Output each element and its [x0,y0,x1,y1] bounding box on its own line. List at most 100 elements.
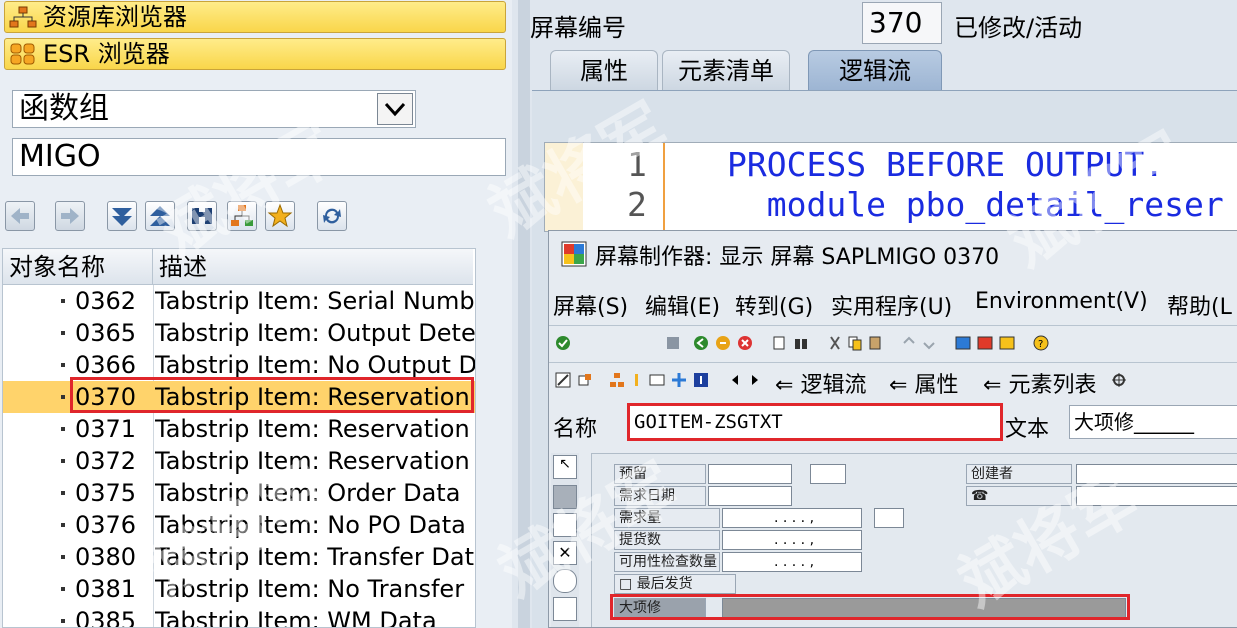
screen-editor-panel: 屏幕编号 370 已修改/活动 属性 元素清单 逻辑流 1 2 PROCESS … [512,0,1237,628]
navigate-icon[interactable] [671,372,687,388]
copy-icon[interactable] [847,335,863,351]
field-unit[interactable] [874,508,904,528]
check-icon[interactable] [555,335,571,351]
attributes-link-label: 属性 [914,373,959,398]
esr-browser-button[interactable]: ESR 浏览器 [4,38,506,70]
tab-element-list[interactable]: 元素清单 [662,50,790,90]
field-creator[interactable] [1076,464,1237,484]
object-type-select[interactable]: 函数组 [12,90,416,128]
field-withdrawn-qty[interactable]: . . . . , [722,530,862,550]
edit-toggle-icon[interactable] [555,372,571,388]
pushbutton-tool-icon[interactable] [553,597,577,621]
window-list-icon[interactable] [999,335,1015,351]
label-available-qty[interactable]: 可用性检查数量 [614,552,720,572]
window-icon[interactable] [977,335,993,351]
menu-edit[interactable]: 编辑(E) [645,289,720,321]
tree-row[interactable]: 0372 Tabstrip Item: Reservation [3,445,475,477]
text-label: 文本 [1005,417,1050,442]
scroll-up-down-icon[interactable] [475,285,476,345]
label-creator[interactable]: 创建者 [966,464,1072,484]
final-issue-checkbox[interactable]: □ 最后发货 [614,574,736,594]
tree-row[interactable]: 0365 Tabstrip Item: Output Dete [3,317,475,349]
tree-node-bullet-icon [61,459,65,463]
tree-row[interactable]: 0375 Tabstrip Item: Order Data [3,477,475,509]
display-icon[interactable] [649,372,665,388]
splitter[interactable] [518,0,530,628]
tab-attributes[interactable]: 属性 [550,50,658,90]
refresh-button[interactable] [314,198,354,236]
repository-browser-button[interactable]: 资源库浏览器 [4,1,506,33]
cut-icon[interactable] [827,335,843,351]
print-icon[interactable] [771,335,787,351]
find-button[interactable] [184,198,224,236]
tree-node-bullet-icon [61,619,65,623]
flow-logic-editor[interactable]: 1 2 PROCESS BEFORE OUTPUT. module pbo_de… [544,142,1237,232]
flow-logic-link[interactable]: ⇐ 逻辑流 [775,367,866,399]
expand-button[interactable] [104,198,144,236]
tree-icon [227,201,257,231]
field-requirement-date[interactable] [708,486,792,506]
previous-icon[interactable] [727,372,743,388]
tree-scrollbar[interactable] [475,285,476,625]
input-field-tool-icon[interactable] [553,513,577,537]
object-tree-button[interactable] [224,198,264,236]
checkbox-tool-icon[interactable]: ✕ [553,541,577,565]
redo-icon[interactable] [921,335,937,351]
attributes-link[interactable]: ⇐ 属性 [889,367,958,399]
tree-row[interactable]: 0362 Tabstrip Item: Serial Numbe [3,285,475,317]
chevron-down-icon[interactable] [377,93,413,125]
column-header-object-name[interactable]: 对象名称 [3,249,153,285]
field-phone[interactable] [1076,486,1237,506]
tree-row[interactable]: 0371 Tabstrip Item: Reservation [3,413,475,445]
screen-number-field[interactable]: 370 [862,2,942,44]
info-icon[interactable] [693,372,709,388]
menu-utilities[interactable]: 实用程序(U) [831,289,952,321]
field-requirement-qty[interactable]: . . . . , [722,508,862,528]
save-icon[interactable] [665,335,681,351]
paste-icon[interactable] [867,335,883,351]
layout-icon[interactable] [955,335,971,351]
pointer-tool-icon[interactable]: ↖ [553,455,577,479]
field-reservation-item[interactable] [810,464,846,484]
settings-icon[interactable] [1111,372,1127,388]
other-object-icon[interactable] [577,372,593,388]
back-button[interactable] [2,198,42,236]
column-header-description[interactable]: 描述 [153,249,473,285]
menu-help[interactable]: 帮助(L [1167,289,1232,321]
tree-row[interactable]: 0381 Tabstrip Item: No Transfer [3,573,475,605]
next-icon[interactable] [747,372,763,388]
help-icon[interactable]: ? [1033,335,1049,351]
tab-flow-logic[interactable]: 逻辑流 [808,50,942,90]
label-withdrawn-qty[interactable]: 提货数 [614,530,720,550]
menu-screen[interactable]: 屏幕(S) [553,289,628,321]
radio-button-tool-icon[interactable] [553,569,577,593]
menu-environment[interactable]: Environment(V) [975,289,1148,314]
object-name-input[interactable]: MIGO [12,138,506,176]
tree-row[interactable]: 0380 Tabstrip Item: Transfer Dat [3,541,475,573]
favorites-button[interactable] [262,198,302,236]
tree-row[interactable]: 0376 Tabstrip Item: No PO Data [3,509,475,541]
find-icon[interactable] [793,335,809,351]
layout-canvas[interactable]: 预留 需求日期 需求量 . . . . , 提货数 . . . . , 可用性检… [591,453,1237,627]
menu-goto[interactable]: 转到(G) [735,289,813,321]
cancel-icon[interactable] [737,335,753,351]
back-icon[interactable] [693,335,709,351]
undo-icon[interactable] [901,335,917,351]
label-reservation[interactable]: 预留 [614,464,706,484]
where-used-icon[interactable] [629,372,645,388]
phone-icon[interactable]: ☎ [966,486,1072,506]
field-reservation[interactable] [708,464,792,484]
field-available-qty[interactable]: . . . . , [722,552,862,572]
element-list-link[interactable]: ⇐ 元素列表 [983,367,1096,399]
text-field-tool-icon[interactable] [553,485,577,509]
hierarchy-icon[interactable] [609,372,625,388]
svg-text:?: ? [1038,339,1043,350]
favorites-icon [265,201,295,231]
tree-row[interactable]: 0385 Tabstrip Item: WM Data [3,605,475,627]
forward-button[interactable] [52,198,92,236]
label-requirement-qty[interactable]: 需求量 [614,508,720,528]
collapse-button[interactable] [142,198,182,236]
label-requirement-date[interactable]: 需求日期 [614,486,706,506]
exit-icon[interactable] [715,335,731,351]
field-text-input[interactable]: 大项修______ [1069,405,1237,439]
